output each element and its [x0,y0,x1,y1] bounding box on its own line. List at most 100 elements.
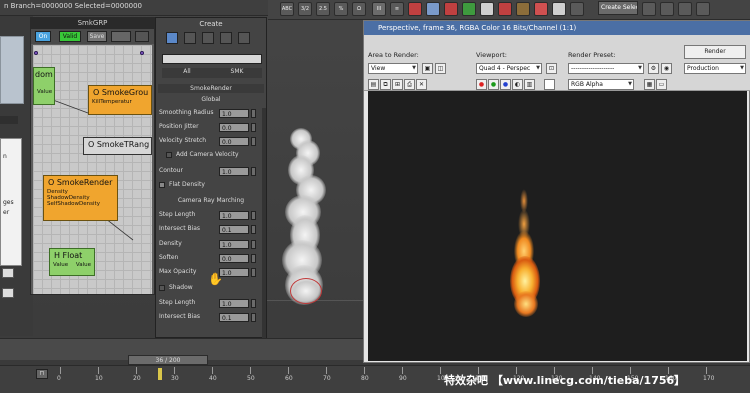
print-icon[interactable]: ⎙ [404,79,415,90]
named-selection-icon[interactable] [570,2,584,16]
position-jitter-spinner[interactable] [251,123,256,132]
percent-snap-button[interactable]: % [334,2,348,16]
save-button[interactable]: Save [87,31,107,42]
material-editor-icon[interactable] [480,2,494,16]
selection-set-dropdown[interactable]: Create Selection Se [598,1,638,15]
align-button[interactable]: ≡ [390,2,404,16]
position-jitter-field[interactable]: 0.0 [219,123,249,132]
velocity-stretch-spinner[interactable] [251,137,256,146]
create-panel-scrollbar[interactable] [262,108,266,338]
toolbar-field[interactable] [111,31,131,42]
shadow-checkbox[interactable] [159,285,165,291]
density-spinner[interactable] [251,240,256,249]
area-to-render-dropdown[interactable]: View [368,63,418,74]
environment-icon[interactable]: ◉ [661,63,672,74]
copy-image-icon[interactable]: ⧉ [380,79,391,90]
mirror-icon[interactable] [660,2,674,16]
on-button[interactable]: On [35,31,51,42]
blue-channel-toggle[interactable]: ● [500,79,511,90]
smokerender-rollout-title[interactable]: SmokeRender [158,84,264,93]
clear-icon[interactable]: ✕ [416,79,427,90]
angle-snap-button[interactable]: 2.5 [316,2,330,16]
left-tab[interactable] [0,116,18,124]
modify-tab-icon[interactable] [184,32,196,44]
display-tab-icon[interactable] [238,32,250,44]
alpha-channel-toggle[interactable]: ◐ [512,79,523,90]
hierarchy-tab-icon[interactable] [202,32,214,44]
trackbar-menu-button[interactable]: ⊓ [36,369,48,379]
intersect-bias-spinner[interactable] [251,225,256,234]
tab-smk[interactable]: SMK [212,68,262,78]
smoke-render-node[interactable]: O SmokeRender Density ShadowDensity Self… [43,175,118,221]
toolbar-option-button[interactable] [135,31,149,42]
render-icon[interactable] [534,2,548,16]
density-field[interactable]: 1.0 [219,240,249,249]
shadow-step-length-spinner[interactable] [251,299,256,308]
layer-icon[interactable] [696,2,710,16]
soften-spinner[interactable] [251,254,256,263]
viewport-dropdown[interactable]: Quad 4 - Perspec [476,63,542,74]
time-slider[interactable]: 36 / 200 [128,355,208,365]
step-length-spinner[interactable] [251,211,256,220]
auto-region-icon[interactable]: ◫ [435,63,446,74]
align-icon[interactable] [678,2,692,16]
category-dropdown[interactable] [162,54,262,64]
add-camera-velocity-row[interactable]: Add Camera Velocity [166,151,266,161]
render-setup-icon[interactable]: ⚙ [648,63,659,74]
soften-field[interactable]: 0.0 [219,254,249,263]
contour-field[interactable]: 1.0 [219,167,249,176]
save-image-icon[interactable]: ▤ [368,79,379,90]
float-node[interactable]: H Float Value Value [49,248,95,276]
shadow-intersect-bias-spinner[interactable] [251,313,256,322]
valid-button[interactable]: Valid [59,31,81,42]
edit-region-icon[interactable]: ▣ [422,63,433,74]
render-preset-dropdown[interactable]: -------------------- [568,63,644,74]
smoothing-radius-field[interactable]: 1.0 [219,109,249,118]
intersect-bias-field[interactable]: 0.1 [219,225,249,234]
display-toggle-icon[interactable]: ▦ [644,79,655,90]
max-opacity-spinner[interactable] [251,268,256,277]
velocity-stretch-field[interactable]: 0.0 [219,137,249,146]
random-node[interactable]: dom Value [33,67,55,105]
max-opacity-field[interactable]: 1.0 [219,268,249,277]
input-port[interactable] [34,51,38,55]
layer-manager-icon[interactable] [408,2,422,16]
shadow-step-length-field[interactable]: 1.0 [219,299,249,308]
schematic-icon[interactable] [462,2,476,16]
monochrome-toggle[interactable]: ▥ [524,79,535,90]
add-camera-velocity-checkbox[interactable] [166,152,172,158]
render-mode-dropdown[interactable]: Production [684,63,746,74]
render-button[interactable]: Render [684,45,746,59]
graphite-icon[interactable] [426,2,440,16]
clone-window-icon[interactable]: ⊞ [392,79,403,90]
info-panel-icon[interactable]: ▭ [656,79,667,90]
red-channel-toggle[interactable]: ● [476,79,487,90]
shadow-intersect-bias-field[interactable]: 0.1 [219,313,249,322]
snap-toggle-button[interactable]: ABC [280,2,294,16]
render-setup-icon[interactable] [498,2,512,16]
smoothing-radius-spinner[interactable] [251,109,256,118]
motion-tab-icon[interactable] [220,32,232,44]
current-frame-marker[interactable] [158,368,162,380]
flat-density-checkbox[interactable] [159,182,165,188]
node-graph-canvas[interactable]: dom Value O SmokeGrou KillTemperatur O S… [33,45,152,294]
contour-spinner[interactable] [251,167,256,176]
output-port[interactable] [140,51,144,55]
smoke-group-node[interactable]: O SmokeGrou KillTemperatur [88,85,152,115]
spinner-snap-button[interactable]: Ω [352,2,366,16]
lock-viewport-icon[interactable]: ⊡ [546,63,557,74]
teapot-icon[interactable] [552,2,566,16]
flat-density-row[interactable]: Flat Density [159,181,259,191]
curve-editor-icon[interactable] [444,2,458,16]
edit-named-sets-icon[interactable] [642,2,656,16]
smoke-trange-node[interactable]: O SmokeTRang [83,137,152,155]
green-channel-toggle[interactable]: ● [488,79,499,90]
create-tab-icon[interactable] [166,32,178,44]
left-button-2[interactable] [2,288,14,298]
color-swatch[interactable] [544,79,555,90]
left-button-1[interactable] [2,268,14,278]
channel-display-dropdown[interactable]: RGB Alpha [568,79,634,90]
step-length-field[interactable]: 1.0 [219,211,249,220]
tab-all[interactable]: All [162,68,212,78]
mirror-button[interactable]: III [372,2,386,16]
